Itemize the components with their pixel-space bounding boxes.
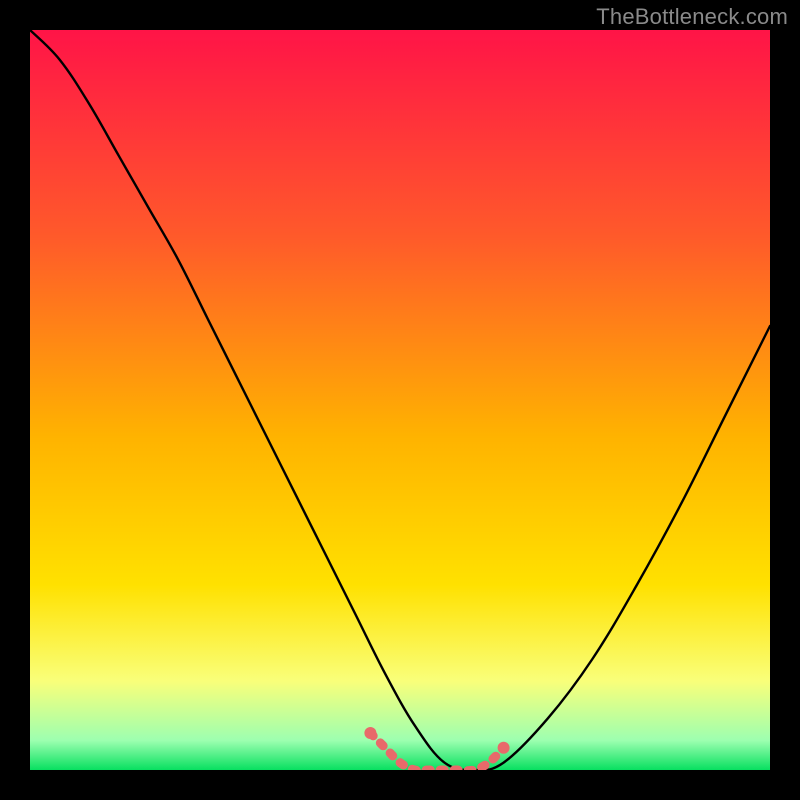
marker-endpoint	[498, 742, 510, 754]
bottleneck-plot	[30, 30, 770, 770]
attribution-text: TheBottleneck.com	[596, 4, 788, 30]
marker-endpoint	[364, 727, 376, 739]
chart-frame: TheBottleneck.com	[0, 0, 800, 800]
gradient-background	[30, 30, 770, 770]
